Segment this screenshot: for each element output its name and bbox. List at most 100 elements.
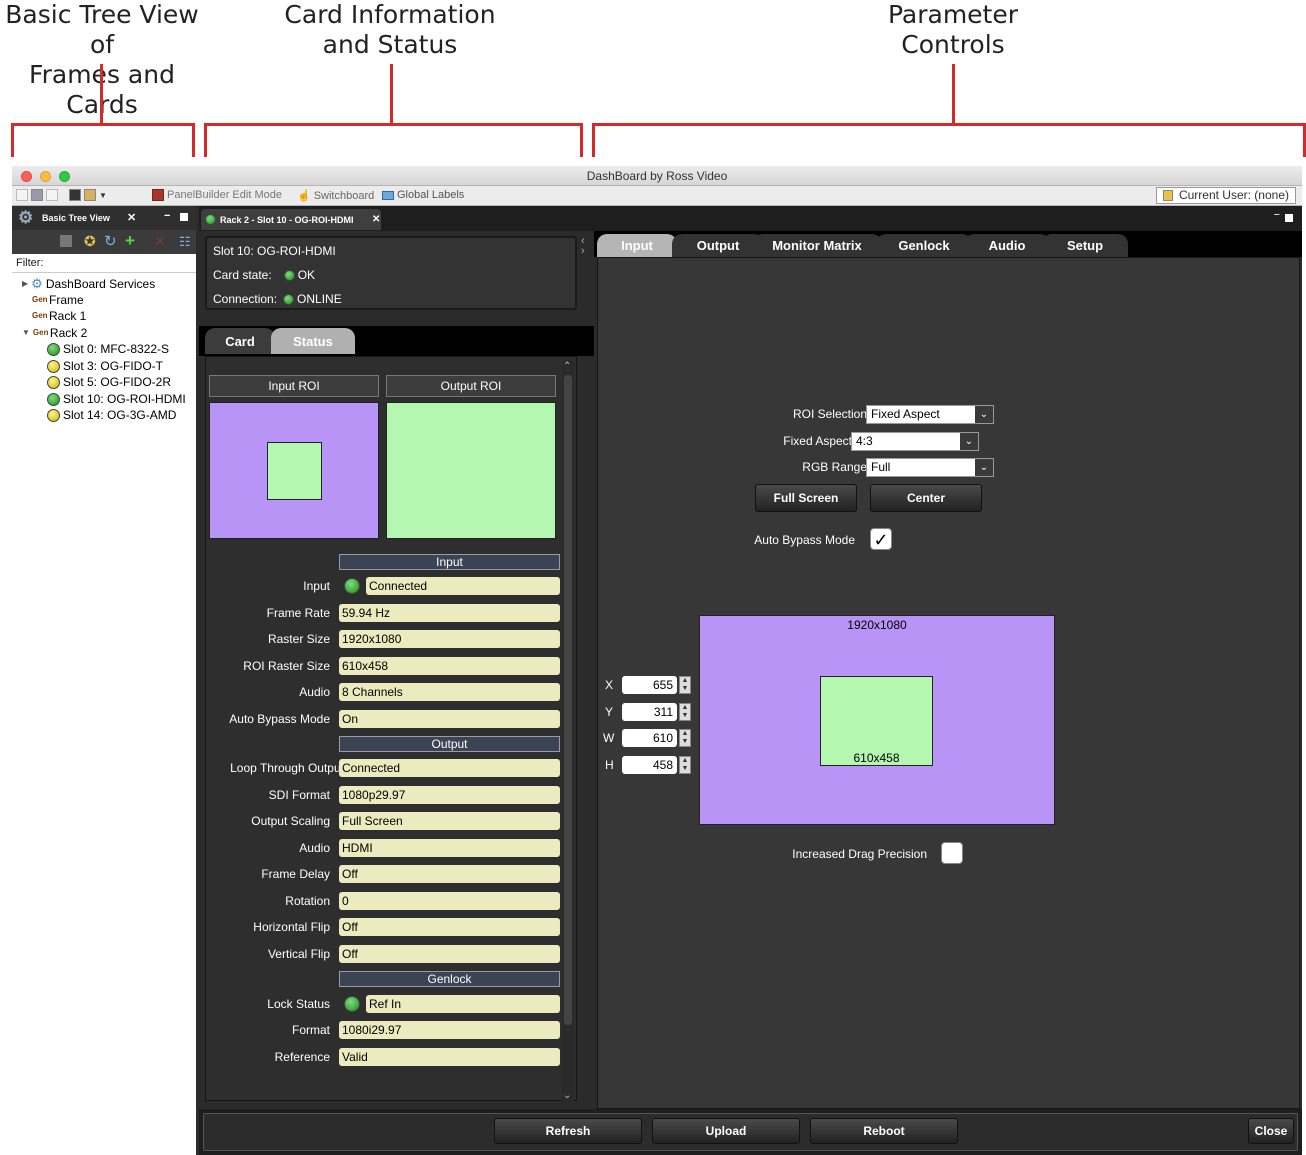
rgb-range-dropdown[interactable]: Full ⌄: [866, 458, 994, 477]
tree-node-slot-0[interactable]: Slot 0: MFC-8322-S: [47, 341, 169, 357]
refresh-icon[interactable]: ↻: [104, 232, 117, 250]
tree-tab-close-icon[interactable]: ✕: [127, 211, 136, 224]
tab-output[interactable]: Output: [672, 234, 764, 257]
panelbuilder-toggle[interactable]: PanelBuilder Edit Mode: [152, 189, 282, 201]
minimize-icon[interactable]: −: [1274, 209, 1280, 221]
status-row-value: Ref In: [366, 995, 560, 1013]
tree-node-rack-2[interactable]: ▼ Gen Rack 2: [22, 325, 87, 341]
x-stepper-icon[interactable]: ▲ ▼: [679, 676, 691, 694]
chevron-down-icon[interactable]: ▼: [99, 191, 107, 200]
global-labels-button[interactable]: Global Labels: [382, 189, 464, 201]
y-stepper-icon[interactable]: ▲ ▼: [679, 703, 691, 721]
tab-monitor-matrix[interactable]: Monitor Matrix: [752, 234, 882, 257]
roi-editor[interactable]: 1920x1080 610x458: [699, 615, 1055, 825]
auto-bypass-checkbox[interactable]: ✓: [870, 528, 892, 550]
new-icon[interactable]: [16, 189, 28, 201]
roi-selection-dropdown[interactable]: Fixed Aspect ⌄: [866, 405, 994, 424]
tab-setup[interactable]: Setup: [1042, 234, 1128, 257]
tree-node-rack-1[interactable]: Gen Rack 1: [32, 308, 86, 324]
switchboard-button[interactable]: ☝ Switchboard: [297, 189, 374, 203]
w-stepper-icon[interactable]: ▲ ▼: [679, 729, 691, 747]
drag-precision-checkbox[interactable]: [941, 842, 963, 864]
save-tree-icon[interactable]: [60, 235, 72, 247]
card-tab-close-icon[interactable]: ✕: [372, 214, 380, 225]
fixed-aspect-label: Fixed Aspect: [783, 434, 852, 448]
tab-genlock[interactable]: Genlock: [876, 234, 972, 257]
status-row-label: SDI Format: [268, 788, 330, 802]
tab-audio[interactable]: Audio: [964, 234, 1050, 257]
tab-status[interactable]: Status: [271, 328, 355, 354]
status-row-label: Frame Rate: [266, 606, 330, 620]
tree-node-slot-5[interactable]: Slot 5: OG-FIDO-2R: [47, 374, 171, 390]
status-row-value: On: [339, 710, 560, 728]
tree-tab-title[interactable]: Basic Tree View: [42, 213, 110, 223]
card-status-pane: Slot 10: OG-ROI-HDMI Card state: OK Conn…: [199, 231, 594, 1109]
scroll-down-icon[interactable]: ⌄: [563, 1090, 571, 1101]
tree-options-icon[interactable]: ☷: [179, 234, 191, 250]
roi-size-label: 610x458: [853, 751, 900, 765]
scroll-up-icon[interactable]: ⌃: [563, 361, 571, 372]
chevron-down-icon[interactable]: ⌄: [960, 433, 978, 450]
output-section-header: Output: [339, 736, 560, 752]
current-user-label: Current User: (none): [1178, 188, 1289, 202]
y-value: 311: [653, 705, 673, 719]
fixed-aspect-dropdown[interactable]: 4:3 ⌄: [851, 432, 979, 451]
maximize-icon[interactable]: [1285, 214, 1293, 222]
camera-icon[interactable]: [69, 189, 81, 201]
refresh-button[interactable]: Refresh: [494, 1118, 642, 1144]
center-button[interactable]: Center: [870, 484, 982, 512]
scan-icon[interactable]: ✪: [84, 233, 96, 250]
tree-node-slot-3[interactable]: Slot 3: OG-FIDO-T: [47, 358, 163, 374]
tree-caption-line1: Basic Tree View of: [5, 0, 199, 59]
reboot-button[interactable]: Reboot: [810, 1118, 958, 1144]
y-spinner[interactable]: 311: [622, 703, 677, 721]
tab-input[interactable]: Input: [597, 234, 677, 257]
roi-region[interactable]: 610x458: [820, 676, 933, 766]
collapse-arrow-icon[interactable]: ▼: [22, 325, 30, 341]
tree-node-label: Rack 2: [49, 326, 88, 340]
output-section-label: Output: [431, 737, 468, 751]
switchboard-icon: ☝: [297, 190, 311, 202]
collapse-chevron-icon[interactable]: ‹ ›: [581, 236, 585, 257]
current-user-box: Current User: (none): [1155, 187, 1296, 204]
status-row-label: Rotation: [285, 894, 330, 908]
save-icon[interactable]: [31, 189, 43, 201]
tree-node-frame[interactable]: Gen Frame: [32, 292, 84, 308]
tree-node-slot-10[interactable]: Slot 10: OG-ROI-HDMI: [47, 391, 186, 407]
status-row-value: Valid: [339, 1048, 560, 1066]
card-tab[interactable]: Rack 2 - Slot 10 - OG-ROI-HDMI ✕: [201, 209, 381, 230]
add-icon[interactable]: +: [125, 231, 135, 251]
wand-icon[interactable]: [84, 189, 96, 201]
tree-node-slot-14[interactable]: Slot 14: OG-3G-AMD: [47, 407, 176, 423]
minimize-icon[interactable]: −: [164, 210, 170, 222]
tree-node-label: Frame: [49, 293, 84, 307]
h-spinner[interactable]: 458: [622, 756, 677, 774]
rgb-range-label: RGB Range: [802, 460, 867, 474]
copy-icon[interactable]: [46, 189, 58, 201]
chevron-down-icon[interactable]: ⌄: [975, 406, 993, 423]
status-row-value: 8 Channels: [339, 683, 560, 701]
upload-button[interactable]: Upload: [652, 1118, 800, 1144]
tree-filter[interactable]: Filter:: [12, 254, 196, 273]
auto-bypass-label: Auto Bypass Mode: [754, 533, 855, 547]
tab-card[interactable]: Card: [205, 328, 275, 354]
w-spinner[interactable]: 610: [622, 729, 677, 747]
close-button[interactable]: Close: [1248, 1118, 1294, 1144]
full-screen-label: Full Screen: [773, 491, 839, 505]
status-scrollbar[interactable]: ⌃ ⌄: [562, 361, 574, 1101]
main-toolbar: ▼ PanelBuilder Edit Mode ☝ Switchboard G…: [12, 186, 1302, 206]
remove-icon[interactable]: ✕: [154, 233, 166, 250]
status-led-green-icon: [47, 392, 60, 406]
expand-arrow-icon[interactable]: ▶: [22, 276, 28, 292]
tab-audio-label: Audio: [988, 238, 1026, 253]
tree-node-dashboard-services[interactable]: ▶ ⚙ DashBoard Services: [22, 276, 155, 292]
x-spinner[interactable]: 655: [622, 676, 677, 694]
full-screen-button[interactable]: Full Screen: [755, 484, 857, 512]
maximize-icon[interactable]: [180, 213, 188, 221]
input-roi-header: Input ROI: [209, 375, 379, 397]
h-stepper-icon[interactable]: ▲ ▼: [679, 756, 691, 774]
status-row-value: Full Screen: [339, 812, 560, 830]
chevron-down-icon[interactable]: ⌄: [975, 459, 993, 476]
tab-status-label: Status: [293, 333, 333, 349]
scroll-thumb[interactable]: [564, 375, 572, 1025]
